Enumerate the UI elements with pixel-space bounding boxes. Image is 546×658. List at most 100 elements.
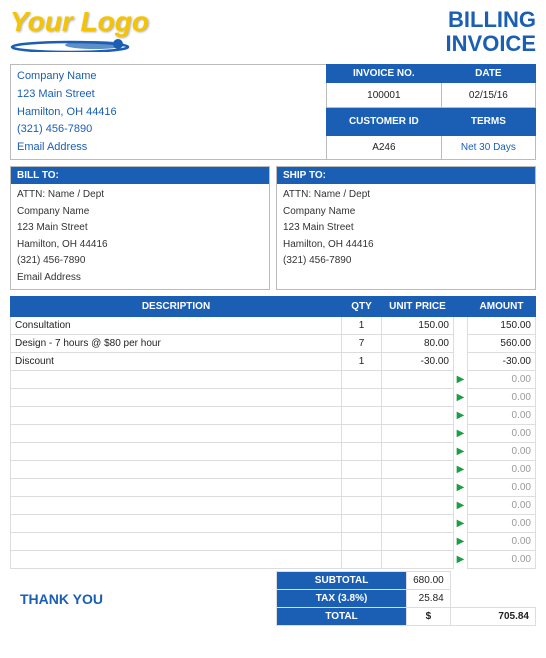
table-row: ▶0.00 [11,389,536,407]
item-description [11,515,342,533]
invoice-meta-table: INVOICE NO. DATE 100001 02/15/16 CUSTOME… [326,64,536,160]
table-row: ▶0.00 [11,425,536,443]
table-row: Design - 7 hours @ $80 per hour780.00560… [11,335,536,353]
item-amount: 0.00 [468,389,536,407]
ship-to-attn: ATTN: Name / Dept [283,187,529,204]
header: Your Logo BILLING INVOICE [10,8,536,56]
table-row: ▶0.00 [11,551,536,569]
unit-price-header: UNIT PRICE [382,297,454,317]
bill-to-section: BILL TO: ATTN: Name / Dept Company Name … [10,166,270,290]
bill-to-email: Email Address [17,270,263,287]
arrow-icon [454,335,468,353]
item-amount: 0.00 [468,461,536,479]
item-qty [342,425,382,443]
total-row: TOTAL $ 705.84 [277,608,536,626]
total-label: TOTAL [277,608,407,626]
arrow-icon: ▶ [454,371,468,389]
logo-text: Your Logo [10,8,149,36]
item-amount: 0.00 [468,407,536,425]
item-unit-price [382,515,454,533]
item-amount: 0.00 [468,425,536,443]
item-description [11,497,342,515]
bill-to-header: BILL TO: [11,167,269,184]
item-amount: 560.00 [468,335,536,353]
date-value: 02/15/16 [441,83,535,108]
total-value: 705.84 [450,608,535,626]
arrow-icon [454,317,468,335]
item-unit-price [382,425,454,443]
company-email: Email Address [17,139,320,157]
table-row: ▶0.00 [11,371,536,389]
table-row: Consultation1150.00150.00 [11,317,536,335]
item-amount: 0.00 [468,533,536,551]
table-row: ▶0.00 [11,479,536,497]
company-info: Company Name 123 Main Street Hamilton, O… [10,64,326,160]
item-description [11,461,342,479]
arrow-icon: ▶ [454,425,468,443]
ship-to-address: ATTN: Name / Dept Company Name 123 Main … [277,184,535,273]
billing-label: BILLING [446,8,536,32]
tax-label: TAX (3.8%) [277,590,407,608]
ship-to-address2: Hamilton, OH 44416 [283,237,529,254]
bill-to-phone: (321) 456-7890 [17,253,263,270]
date-header: DATE [441,65,535,83]
table-row: ▶0.00 [11,407,536,425]
item-unit-price [382,479,454,497]
customer-id-value: A246 [327,135,442,160]
company-address1: 123 Main Street [17,86,320,104]
items-table: DESCRIPTION QTY UNIT PRICE AMOUNT Consul… [10,296,536,569]
totals-table: SUBTOTAL 680.00 TAX (3.8%) 25.84 TOTAL $… [276,571,536,626]
invoice-label: INVOICE [446,32,536,56]
subtotal-row: SUBTOTAL 680.00 [277,572,536,590]
company-invoice-row: Company Name 123 Main Street Hamilton, O… [10,64,536,160]
item-amount: 0.00 [468,497,536,515]
logo-swoosh [10,38,130,52]
item-unit-price [382,407,454,425]
arrow-icon: ▶ [454,497,468,515]
item-qty [342,551,382,569]
bill-ship-row: BILL TO: ATTN: Name / Dept Company Name … [10,166,536,290]
ship-to-section: SHIP TO: ATTN: Name / Dept Company Name … [276,166,536,290]
item-qty [342,515,382,533]
item-qty [342,533,382,551]
item-unit-price [382,551,454,569]
item-qty [342,389,382,407]
item-description [11,407,342,425]
item-qty [342,407,382,425]
item-amount: 0.00 [468,479,536,497]
item-description [11,479,342,497]
table-row: ▶0.00 [11,461,536,479]
ship-to-phone: (321) 456-7890 [283,253,529,270]
arrow-icon: ▶ [454,461,468,479]
subtotal-value: 680.00 [407,572,451,590]
logo-area: Your Logo [10,8,149,52]
ship-to-company: Company Name [283,204,529,221]
company-name: Company Name [17,68,320,86]
item-amount: 0.00 [468,551,536,569]
table-row: ▶0.00 [11,515,536,533]
arrow-icon: ▶ [454,551,468,569]
thank-you-text: THANK YOU [10,585,113,613]
item-qty: 1 [342,317,382,335]
arrow-icon [454,353,468,371]
bottom-row: THANK YOU SUBTOTAL 680.00 TAX (3.8%) 25.… [10,571,536,626]
description-header: DESCRIPTION [11,297,342,317]
item-unit-price [382,533,454,551]
item-unit-price: 80.00 [382,335,454,353]
arrow-icon: ▶ [454,407,468,425]
terms-header: TERMS [441,108,535,136]
item-description [11,389,342,407]
item-description [11,443,342,461]
item-description [11,533,342,551]
table-row: ▶0.00 [11,443,536,461]
bill-to-attn: ATTN: Name / Dept [17,187,263,204]
item-amount: -30.00 [468,353,536,371]
invoice-page: Your Logo BILLING INVOICE Company Name 1… [0,0,546,658]
item-qty [342,479,382,497]
item-amount: 150.00 [468,317,536,335]
ship-to-header: SHIP TO: [277,167,535,184]
item-qty: 1 [342,353,382,371]
ship-to-address1: 123 Main Street [283,220,529,237]
invoice-no-header: INVOICE NO. [327,65,442,83]
item-unit-price [382,389,454,407]
